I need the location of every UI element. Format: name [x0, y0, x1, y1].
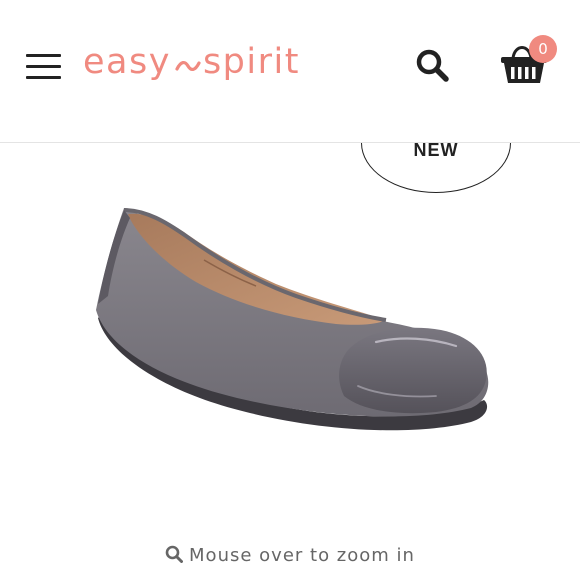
search-icon[interactable]	[415, 48, 449, 82]
brand-logo[interactable]: easy spirit	[83, 40, 300, 84]
site-header: easy spirit 0	[0, 0, 580, 143]
logo-swoosh-icon	[175, 61, 201, 71]
logo-text-right: spirit	[202, 42, 300, 82]
cart-count-badge: 0	[529, 35, 557, 63]
zoom-hint: Mouse over to zoom in	[0, 545, 580, 566]
zoom-icon	[165, 545, 184, 563]
product-image[interactable]	[86, 200, 496, 445]
zoom-hint-text: Mouse over to zoom in	[189, 545, 415, 566]
menu-icon[interactable]	[26, 52, 62, 82]
logo-text-left: easy	[83, 42, 171, 82]
new-badge-label: NEW	[413, 140, 459, 160]
